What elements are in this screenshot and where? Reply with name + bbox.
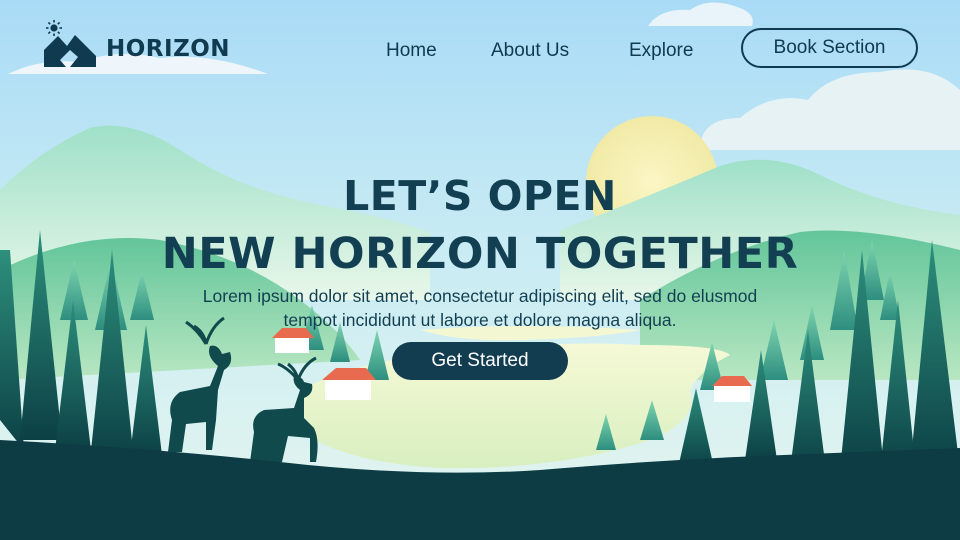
hero-subtitle-line-2: tempot incididunt ut labore et dolore ma… — [283, 310, 677, 330]
nav-link-explore[interactable]: Explore — [629, 40, 693, 62]
hero-title-line-1: LET’S OPEN — [343, 172, 617, 220]
hero-subtitle: Lorem ipsum dolor sit amet, consectetur … — [0, 284, 960, 332]
sun-icon — [46, 20, 62, 36]
nav-link-about-us[interactable]: About Us — [491, 40, 569, 62]
hero-subtitle-line-1: Lorem ipsum dolor sit amet, consectetur … — [202, 286, 758, 306]
nav-link-home[interactable]: Home — [386, 40, 437, 62]
hero-title-line-2: NEW HORIZON TOGETHER — [161, 229, 799, 279]
book-section-button[interactable]: Book Section — [741, 28, 918, 68]
get-started-button[interactable]: Get Started — [392, 342, 568, 380]
